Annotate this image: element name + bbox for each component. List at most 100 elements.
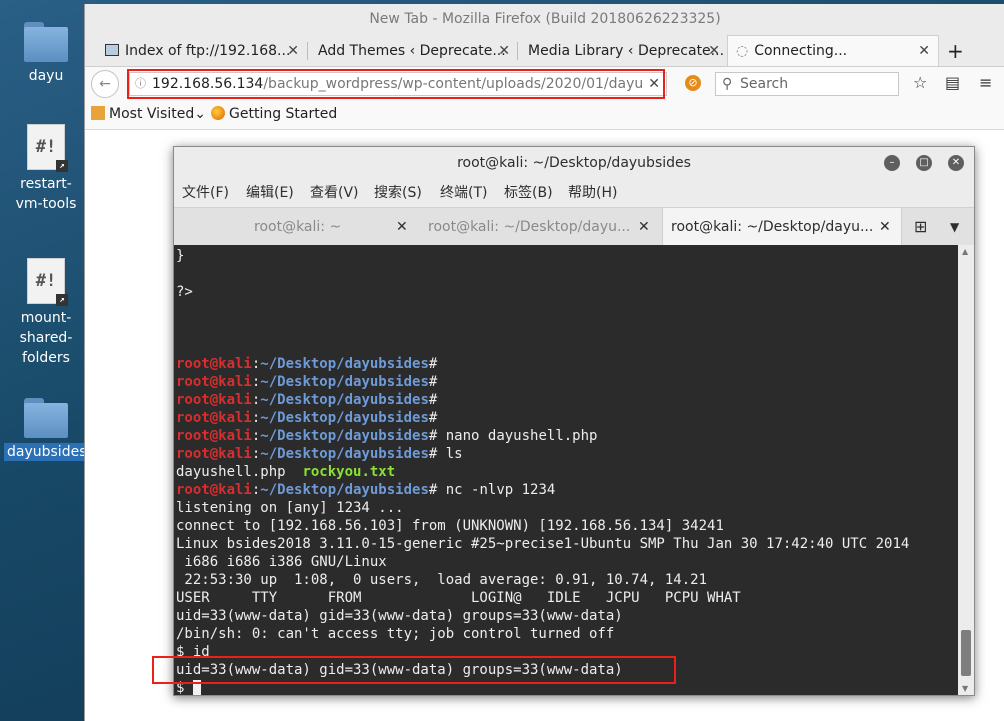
desktop-icon-label: dayu [28,68,64,84]
tab-strip: Index of ftp://192.168... ✕ Add Themes ‹… [85,35,1004,67]
terminal-line: root@kali:~/Desktop/dayubsides# [176,373,437,391]
prompt-user: root@kali [176,482,252,498]
terminal-output[interactable]: } ?> root@kali:~/Desktop/dayubsides# root@k… [174,245,958,695]
menu-terminal[interactable]: 终端(T) [440,179,487,207]
menu-tabs[interactable]: 标签(B) [504,179,553,207]
terminal-tab[interactable]: root@kali: ~/Desktop/dayu... ✕ [428,208,650,246]
tab-label: Media Library ‹ Deprecate... [528,43,725,59]
menu-help[interactable]: 帮助(H) [568,179,617,207]
prompt-path: ~/Desktop/dayubsides [260,392,429,408]
close-icon[interactable]: ✕ [638,208,650,246]
menu-view[interactable]: 查看(V) [310,179,359,207]
terminal-line: /bin/sh: 0: can't access tty; job contro… [176,626,615,642]
prompt-symbol: # [428,410,438,426]
menu-search[interactable]: 搜索(S) [374,179,422,207]
desktop-icon-dayubsides[interactable]: dayubsides [4,398,90,462]
bookmarks-toolbar: Most Visited⌄ Getting Started [85,99,1004,130]
prompt-symbol: # [428,356,438,372]
tab-connecting[interactable]: ◌ Connecting... ✕ [727,35,939,66]
window-title: New Tab - Mozilla Firefox (Build 2018062… [85,4,1004,36]
chevron-down-icon[interactable]: ▼ [950,208,959,246]
terminal-line: root@kali:~/Desktop/dayubsides# nc -nlvp… [176,481,555,499]
noscript-icon[interactable]: ⊘ [685,75,701,91]
search-input[interactable]: ⚲ Search [715,72,899,96]
search-icon: ⚲ [722,76,733,92]
folder-icon [91,106,105,120]
terminal-line: root@kali:~/Desktop/dayubsides# [176,391,437,409]
close-icon[interactable]: ✕ [708,36,720,66]
terminal-line: root@kali:~/Desktop/dayubsides# nano day… [176,427,597,445]
scroll-up-icon[interactable]: ▲ [962,247,968,256]
scrollbar-thumb[interactable] [961,630,971,676]
command-text: nano dayushell.php [437,428,598,444]
prompt-symbol: # [428,374,438,390]
prompt-path: ~/Desktop/dayubsides [260,356,429,372]
file-name: rockyou.txt [302,464,396,480]
prompt-path: ~/Desktop/dayubsides [260,428,429,444]
bookmark-most-visited[interactable]: Most Visited⌄ [91,99,206,129]
terminal-tab-strip: root@kali: ~ ✕ root@kali: ~/Desktop/dayu… [174,207,974,247]
close-button[interactable]: ✕ [948,155,964,171]
close-icon[interactable]: ✕ [396,208,408,246]
terminal-tab-active[interactable]: root@kali: ~/Desktop/dayu... ✕ [662,208,902,246]
terminal-line: connect to [192.168.56.103] from (UNKNOW… [176,518,724,534]
terminal-line: uid=33(www-data) gid=33(www-data) groups… [176,608,623,624]
terminal-line: root@kali:~/Desktop/dayubsides# ls [176,445,463,463]
terminal-window: root@kali: ~/Desktop/dayubsides – □ ✕ 文件… [152,146,975,696]
terminal-line: root@kali:~/Desktop/dayubsides# [176,355,437,373]
prompt-symbol: # [428,392,438,408]
tab-label: Add Themes ‹ Deprecate... [318,43,506,59]
close-icon[interactable]: ✕ [287,36,299,66]
new-tab-button[interactable]: + [947,36,967,66]
terminal-line: i686 i686 i386 GNU/Linux [176,554,387,570]
prompt-user: root@kali [176,356,252,372]
terminal-scrollbar[interactable]: ▲ ▼ [958,245,974,695]
terminal-tab[interactable]: root@kali: ~ ✕ [254,208,414,246]
prompt-path: ~/Desktop/dayubsides [260,410,429,426]
desktop-icon-label: dayubsides [4,443,90,461]
bookmark-getting-started[interactable]: Getting Started [211,99,337,129]
prompt-path: ~/Desktop/dayubsides [260,374,429,390]
tab-ftp-index[interactable]: Index of ftp://192.168... ✕ [105,36,305,66]
desktop-icon-label: mount-shared-folders [19,310,73,366]
close-icon[interactable]: ✕ [879,208,891,246]
menu-edit[interactable]: 编辑(E) [246,179,294,207]
highlight-box [127,69,665,99]
terminal-line: Linux bsides2018 3.11.0-15-generic #25~p… [176,536,910,552]
tab-add-themes[interactable]: Add Themes ‹ Deprecate... ✕ [318,36,516,66]
prompt-user: root@kali [176,410,252,426]
prompt-path: ~/Desktop/dayubsides [260,482,429,498]
desktop-icon-mount-shared-folders[interactable]: #! ↗ mount-shared-folders [4,258,88,368]
terminal-line: root@kali:~/Desktop/dayubsides# [176,409,437,427]
maximize-button[interactable]: □ [916,155,932,171]
close-icon[interactable]: ✕ [918,36,930,66]
scroll-down-icon[interactable]: ▼ [962,684,968,693]
minimize-button[interactable]: – [884,155,900,171]
menu-icon[interactable]: ≡ [979,73,992,92]
terminal-line: } [176,248,185,264]
close-icon[interactable]: ✕ [498,36,510,66]
terminal-title: root@kali: ~/Desktop/dayubsides – □ ✕ [174,147,974,179]
back-button[interactable]: ← [91,70,119,98]
terminal-menubar: 文件(F) 编辑(E) 查看(V) 搜索(S) 终端(T) 标签(B) 帮助(H… [174,179,974,207]
desktop-icon-restart-vm-tools[interactable]: #! ↗ restart-vm-tools [4,124,88,214]
command-text: ls [437,446,463,462]
tab-media-library[interactable]: Media Library ‹ Deprecate... ✕ [528,36,726,66]
desktop-icon-dayu[interactable]: dayu [4,22,88,86]
prompt-user: root@kali [176,428,252,444]
prompt-user: root@kali [176,374,252,390]
new-terminal-tab-icon[interactable]: ⊞ [914,208,927,246]
folder-icon [24,22,68,62]
firefox-logo-icon [211,106,225,120]
script-file-icon: #! ↗ [27,124,68,172]
search-placeholder: Search [740,76,789,92]
desktop-icon-label: restart-vm-tools [15,176,77,212]
menu-file[interactable]: 文件(F) [182,179,229,207]
folder-icon [24,398,68,438]
tab-label: Connecting... [754,43,848,59]
reading-list-icon[interactable]: ▤ [945,73,960,92]
chevron-down-icon: ⌄ [194,106,206,122]
bookmark-star-icon[interactable]: ☆ [913,73,927,92]
prompt-user: root@kali [176,446,252,462]
file-name: dayushell.php [176,464,303,480]
